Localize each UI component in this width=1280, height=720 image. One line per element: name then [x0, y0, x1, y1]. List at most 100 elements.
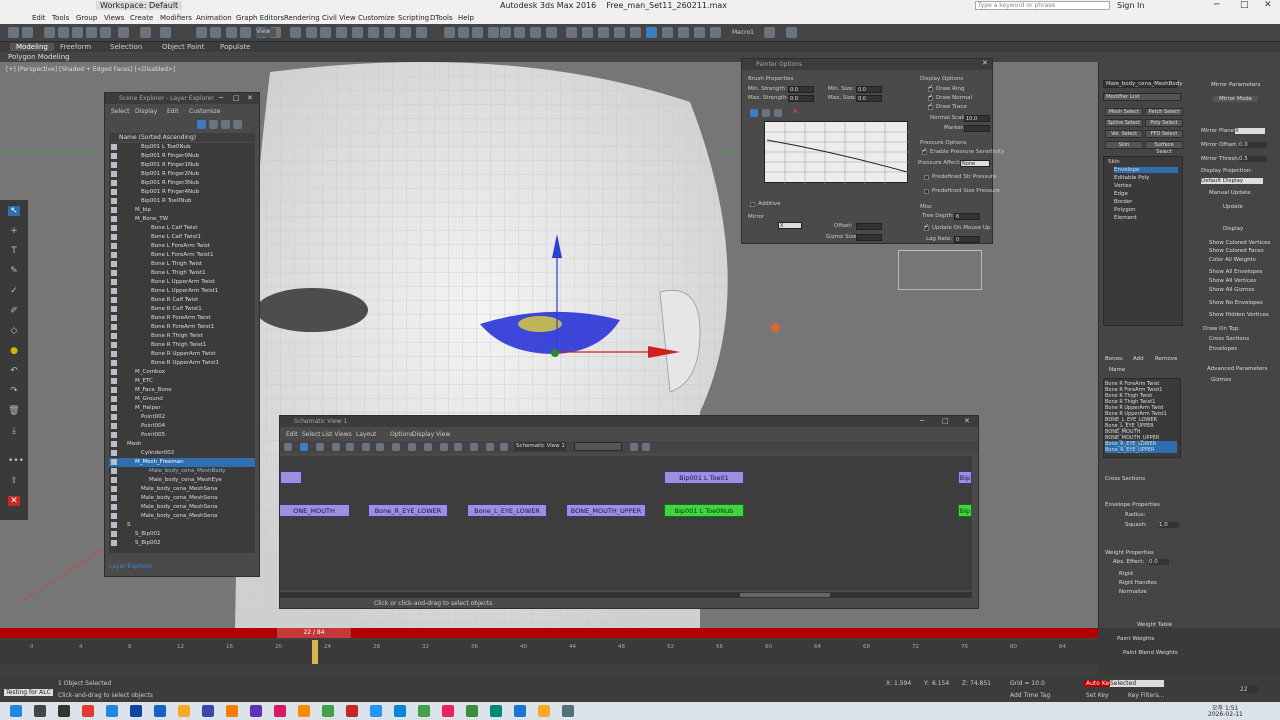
- toolbar-tool-26-icon[interactable]: [444, 27, 455, 38]
- sch-tool-14-icon[interactable]: [486, 443, 494, 451]
- se-menu-3[interactable]: Customize: [189, 108, 221, 115]
- close-icon[interactable]: ✕: [247, 94, 253, 102]
- pen-icon[interactable]: ✎: [8, 266, 20, 276]
- sch-tool-17-icon[interactable]: [642, 443, 650, 451]
- tree-row[interactable]: Bone L ForeArm Twist1: [109, 251, 255, 260]
- toolbar-tool-35-icon[interactable]: [582, 27, 593, 38]
- cross-sections-check[interactable]: Cross Sections: [1209, 336, 1249, 342]
- toolbar-tool-41-icon[interactable]: [678, 27, 689, 38]
- tree-row[interactable]: Point005: [109, 431, 255, 440]
- taskbar-app-24-icon[interactable]: [562, 705, 574, 717]
- x-coord[interactable]: 1.594: [894, 680, 911, 687]
- add-time-tag[interactable]: Add Time Tag: [1010, 692, 1050, 699]
- toolbar-tool-2-icon[interactable]: [22, 27, 33, 38]
- toolbar-tool-3-icon[interactable]: [44, 27, 55, 38]
- tree-row[interactable]: Male_body_cena_MeshSena: [109, 494, 255, 503]
- toolbar-tool-43-icon[interactable]: [710, 27, 721, 38]
- ribbon-tab-modeling[interactable]: Modeling: [10, 43, 54, 51]
- taskbar-app-20-icon[interactable]: [466, 705, 478, 717]
- display-check-2[interactable]: Color All Weights: [1209, 257, 1256, 263]
- additive-checkbox[interactable]: [750, 202, 755, 207]
- menu-edit[interactable]: Edit: [32, 14, 46, 22]
- toolbar-tool-24-icon[interactable]: [400, 27, 411, 38]
- visibility-icon[interactable]: [111, 423, 117, 429]
- search-field[interactable]: [574, 442, 622, 451]
- sch-tool-9-icon[interactable]: [408, 443, 416, 451]
- schematic-title[interactable]: Schematic View 1: [280, 416, 978, 427]
- display-check-0[interactable]: Show Colored Vertices: [1209, 240, 1270, 246]
- normalize-check[interactable]: Normalize: [1119, 589, 1147, 595]
- visibility-icon[interactable]: [111, 342, 117, 348]
- sch-tool-6-icon[interactable]: [362, 443, 370, 451]
- create-icon[interactable]: +: [8, 226, 20, 236]
- maxscript-listener[interactable]: Testing for ALC: [4, 689, 53, 696]
- menu-civil-view[interactable]: Civil View: [322, 14, 356, 22]
- minimize-icon[interactable]: ─: [219, 94, 223, 102]
- toolbar-tool-11-icon[interactable]: [196, 27, 207, 38]
- gizmo-size-field[interactable]: [856, 234, 882, 241]
- painter-options-title[interactable]: Painter Options: [742, 59, 992, 70]
- sch-tool-5-icon[interactable]: [346, 443, 354, 451]
- y-coord[interactable]: 6.154: [932, 680, 949, 687]
- visibility-icon[interactable]: [111, 459, 117, 465]
- menu-group[interactable]: Group: [76, 14, 97, 22]
- tree-row[interactable]: Male_body_cena_MeshEye: [109, 476, 255, 485]
- display-check-7[interactable]: Show Hidden Vertices: [1209, 312, 1269, 318]
- toolbar-tool-34-icon[interactable]: [566, 27, 577, 38]
- toolbar-tool-44-icon[interactable]: [764, 27, 775, 38]
- toolbar-tool-19-icon[interactable]: [320, 27, 331, 38]
- taskbar-app-4-icon[interactable]: [82, 705, 94, 717]
- undo-icon[interactable]: ↶: [8, 366, 20, 376]
- taskbar-app-10-icon[interactable]: [226, 705, 238, 717]
- offset-field[interactable]: [856, 223, 882, 230]
- sch-tool-4-icon[interactable]: [332, 443, 340, 451]
- object-name-field[interactable]: Male_body_cena_MeshBody: [1103, 80, 1183, 88]
- menu-graph-editors[interactable]: Graph Editors: [236, 14, 284, 22]
- visibility-icon[interactable]: [111, 153, 117, 159]
- toolbar-tool-14-icon[interactable]: [240, 27, 251, 38]
- tree-row[interactable]: Bip001 R Finger3Nub: [109, 179, 255, 188]
- visibility-icon[interactable]: [111, 306, 117, 312]
- visibility-icon[interactable]: [111, 162, 117, 168]
- taskbar-app-21-icon[interactable]: [490, 705, 502, 717]
- add-layer-icon[interactable]: [233, 120, 242, 129]
- visibility-icon[interactable]: [111, 378, 117, 384]
- modifier-button-0[interactable]: Mesh Select: [1105, 108, 1143, 116]
- tree-row[interactable]: M_Bone_TW: [109, 215, 255, 224]
- toolbar-tool-45-icon[interactable]: [786, 27, 797, 38]
- sch-menu-0[interactable]: Edit: [286, 431, 298, 438]
- display-check-1[interactable]: Show Colored Faces: [1209, 248, 1264, 254]
- tree-row[interactable]: Male_body_cena_MeshSena: [109, 512, 255, 521]
- tree-row[interactable]: Bip001 R Toe0Nub: [109, 197, 255, 206]
- sch-menu-6[interactable]: View: [436, 431, 450, 438]
- taskbar-app-12-icon[interactable]: [274, 705, 286, 717]
- visibility-icon[interactable]: [111, 495, 117, 501]
- taskbar-app-9-icon[interactable]: [202, 705, 214, 717]
- tree-row[interactable]: Cylinder002: [109, 449, 255, 458]
- weight-table-button[interactable]: Weight Table: [1137, 622, 1172, 628]
- se-menu-2[interactable]: Edit: [167, 108, 179, 115]
- toolbar-tool-1-icon[interactable]: [8, 27, 19, 38]
- menu-help[interactable]: Help: [458, 14, 474, 22]
- taskbar-app-7-icon[interactable]: [154, 705, 166, 717]
- modifier-button-3[interactable]: Poly Select: [1145, 119, 1183, 127]
- sch-tool-11-icon[interactable]: [440, 443, 448, 451]
- tree-row[interactable]: Point002: [109, 413, 255, 422]
- workspace-selector[interactable]: Workspace: Default: [96, 1, 183, 10]
- visibility-icon[interactable]: [111, 360, 117, 366]
- paint-weights-button[interactable]: Paint Weights: [1117, 636, 1154, 642]
- tree-row[interactable]: Bone L Thigh Twist: [109, 260, 255, 269]
- node-bone-r-eye-lower[interactable]: Bone_R_EYE_LOWER: [368, 504, 448, 517]
- visibility-icon[interactable]: [111, 468, 117, 474]
- toolbar-tool-5-icon[interactable]: [72, 27, 83, 38]
- taskbar-app-11-icon[interactable]: [250, 705, 262, 717]
- rigid-check[interactable]: Rigid: [1119, 571, 1133, 577]
- visibility-icon[interactable]: [111, 540, 117, 546]
- toolbar-tool-29-icon[interactable]: [488, 27, 499, 38]
- stack-item[interactable]: Vertex: [1114, 183, 1132, 189]
- tree-row[interactable]: M_Mesh_Freeman: [109, 458, 255, 467]
- strength-curve-graph[interactable]: [764, 121, 909, 184]
- time-slider-thumb[interactable]: 22 / 84: [277, 628, 351, 638]
- stack-item[interactable]: Edge: [1114, 191, 1128, 197]
- menu-rendering[interactable]: Rendering: [284, 14, 320, 22]
